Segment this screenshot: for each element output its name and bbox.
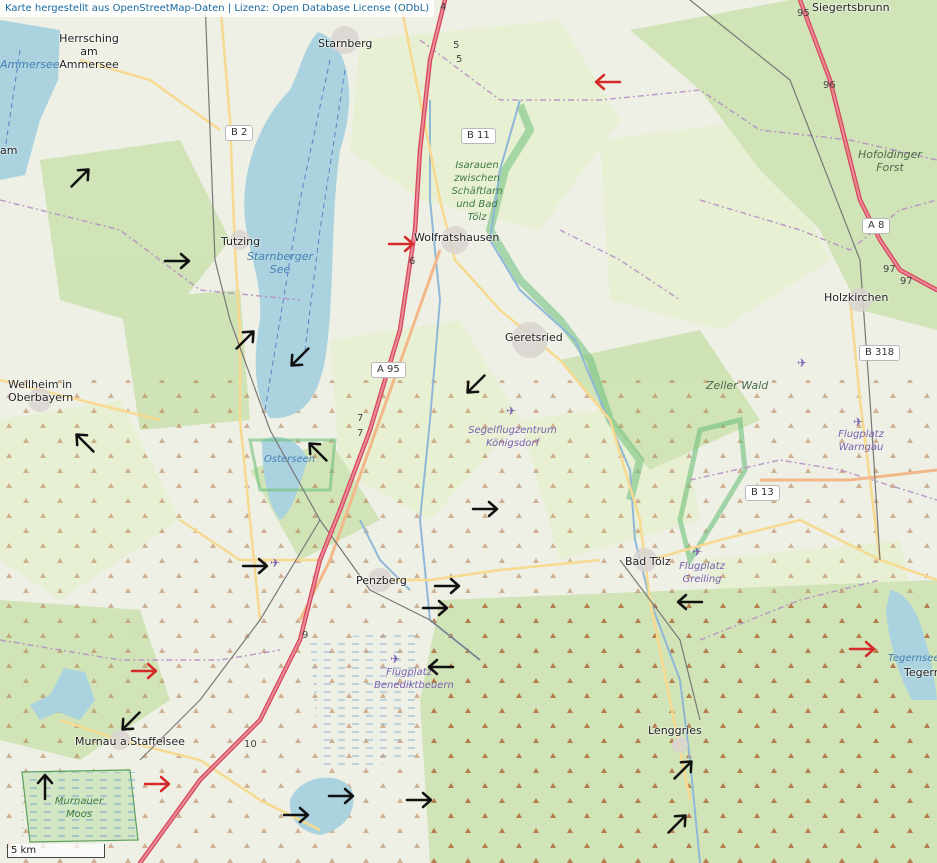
label-starnberg: Starnberg bbox=[318, 37, 373, 50]
junction-number: 9 bbox=[302, 630, 309, 641]
label-starnberger-see: Starnberger See bbox=[246, 250, 314, 276]
junction-number: 97 bbox=[900, 276, 913, 287]
airport-icon: ✈ bbox=[270, 556, 281, 570]
label-am: am bbox=[0, 144, 18, 157]
junction-number: 4 bbox=[440, 2, 447, 13]
airport-icon: ✈ bbox=[853, 415, 864, 429]
junction-number: 7 bbox=[357, 413, 364, 424]
junction-number: 7 bbox=[357, 428, 364, 439]
airport-icon: ✈ bbox=[506, 404, 517, 418]
label-holzkirchen: Holzkirchen bbox=[824, 291, 889, 304]
map-view[interactable]: Karte hergestellt aus OpenStreetMap-Date… bbox=[0, 0, 937, 863]
label-osterseen: Osterseen bbox=[264, 454, 316, 465]
label-murnauer-moos: Murnauer Moos bbox=[54, 796, 104, 820]
road-shield-a8: A 8 bbox=[862, 218, 891, 234]
label-lenggries: Lenggries bbox=[648, 724, 702, 737]
junction-number: 5 bbox=[453, 40, 460, 51]
label-weilheim: Weilheim in Oberbayern bbox=[8, 378, 74, 404]
label-tutzing: Tutzing bbox=[221, 235, 261, 248]
label-segelflugzentrum-koenigsdorf: Segelflugzentrum Königsdorf bbox=[468, 425, 557, 449]
junction-number: 97 bbox=[883, 264, 896, 275]
road-shield-b318: B 318 bbox=[859, 345, 901, 361]
junction-number: 6 bbox=[409, 256, 416, 267]
airport-icon: ✈ bbox=[797, 356, 808, 370]
label-ammersee: Ammersee bbox=[0, 58, 60, 71]
scale-bar: 5 km bbox=[7, 844, 105, 858]
label-murnau: Murnau a.Staffelsee bbox=[75, 735, 185, 748]
label-bad-toelz: Bad Tölz bbox=[625, 555, 671, 568]
label-isarauen: Isarauen zwischen Schäftlarn und Bad Töl… bbox=[451, 160, 503, 223]
label-penzberg: Penzberg bbox=[356, 574, 407, 587]
airport-icon: ✈ bbox=[390, 652, 401, 666]
junction-number: 5 bbox=[456, 54, 463, 65]
road-shield-b13: B 13 bbox=[745, 485, 780, 501]
label-flugplatz-benediktbeuern: Flugplatz Benediktbeuern bbox=[374, 667, 454, 691]
junction-number: 95 bbox=[797, 8, 810, 19]
junction-number: 10 bbox=[244, 739, 257, 750]
label-tegernsee: Tegernsee bbox=[888, 653, 937, 664]
label-tegern: Tegern bbox=[904, 666, 937, 679]
label-hofoldinger-forst: Hofoldinger Forst bbox=[858, 148, 922, 174]
label-siegertsbrunn: Siegertsbrunn bbox=[812, 1, 890, 14]
airport-icon: ✈ bbox=[692, 545, 703, 559]
road-shield-b2: B 2 bbox=[225, 125, 254, 141]
label-flugplatz-greiling: Flugplatz Greiling bbox=[679, 561, 725, 585]
map-attribution: Karte hergestellt aus OpenStreetMap-Date… bbox=[0, 0, 435, 17]
label-zeller-wald: Zeller Wald bbox=[706, 379, 769, 392]
label-flugplatz-warngau: Flugplatz Warngau bbox=[838, 429, 884, 453]
label-geretsried: Geretsried bbox=[505, 331, 563, 344]
label-wolfratshausen: Wolfratshausen bbox=[414, 231, 500, 244]
road-shield-a95: A 95 bbox=[371, 362, 406, 378]
road-shield-b11: B 11 bbox=[461, 128, 496, 144]
label-herrsching: Herrsching am Ammersee bbox=[59, 32, 119, 71]
junction-number: 96 bbox=[823, 80, 836, 91]
